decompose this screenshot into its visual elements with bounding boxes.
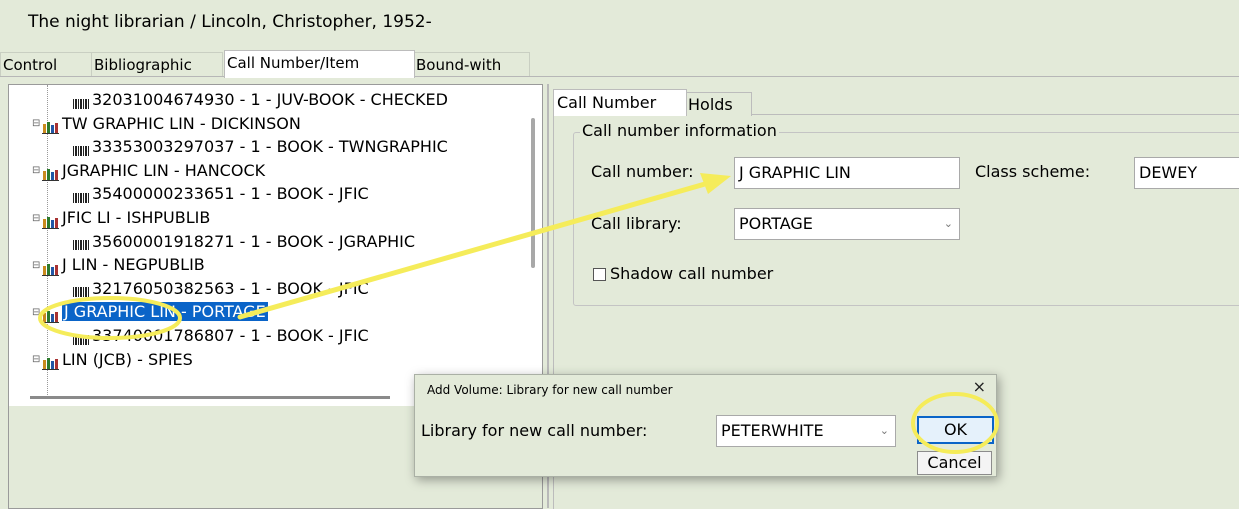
barcode-icon (72, 94, 90, 109)
tree-item-row[interactable]: 32176050382563 - 1 - BOOK - JFIC (72, 277, 369, 301)
shadow-call-number-checkbox[interactable] (593, 268, 606, 281)
library-select-value: PETERWHITE (721, 421, 824, 440)
books-icon (42, 306, 60, 323)
tree-row-label: J LIN - NEGPUBLIB (62, 255, 205, 275)
tree-row-label: LIN (JCB) - SPIES (62, 349, 193, 369)
tree-row-label: JGRAPHIC LIN - HANCOCK (62, 160, 266, 180)
tree-row-label: 32031004674930 - 1 - JUV-BOOK - CHECKED (92, 90, 448, 109)
record-title: The night librarian / Lincoln, Christoph… (28, 12, 432, 32)
tree-collapse-icon[interactable]: ⊟ (32, 301, 42, 325)
tree-callnumber-row[interactable]: ⊟ JFIC LI - ISHPUBLIB (32, 206, 210, 230)
barcode-icon (72, 330, 90, 345)
tree-vertical-scrollbar[interactable] (531, 118, 535, 268)
tree-callnumber-row[interactable]: ⊟ TW GRAPHIC LIN - DICKINSON (32, 112, 301, 136)
tree-collapse-icon[interactable]: ⊟ (32, 348, 42, 372)
tree-collapse-icon[interactable]: ⊟ (32, 112, 42, 136)
chevron-down-icon: ⌄ (943, 217, 953, 230)
dialog-title: Add Volume: Library for new call number (427, 383, 673, 397)
tree-collapse-icon[interactable]: ⊟ (32, 254, 42, 278)
tree-row-label: 33740001786807 - 1 - BOOK - JFIC (92, 326, 369, 345)
tree-callnumber-row[interactable]: ⊟ J LIN - NEGPUBLIB (32, 253, 205, 277)
tree-item-row[interactable]: 32031004674930 - 1 - JUV-BOOK - CHECKED (72, 88, 448, 112)
call-library-label: Call library: (591, 214, 682, 233)
tree-row-label: TW GRAPHIC LIN - DICKINSON (62, 113, 301, 133)
tab-bibliographic[interactable]: Bibliographic (91, 52, 223, 77)
barcode-icon (72, 141, 90, 156)
tree-row-label: 35400000233651 - 1 - BOOK - JFIC (92, 184, 369, 204)
tree-callnumber-row[interactable]: ⊟ JGRAPHIC LIN - HANCOCK (32, 159, 265, 183)
chevron-down-icon: ⌄ (879, 424, 889, 437)
tab-control[interactable]: Control (0, 52, 92, 77)
tree-callnumber-row[interactable]: ⊟ LIN (JCB) - SPIES (32, 348, 193, 372)
tree-item-row[interactable]: 33740001786807 - 1 - BOOK - JFIC (72, 324, 369, 348)
tree-row-label: 35600001918271 - 1 - BOOK - JGRAPHIC (92, 231, 416, 251)
call-number-field[interactable]: J GRAPHIC LIN (734, 157, 960, 189)
tree-callnumber-row[interactable]: ⊟ J GRAPHIC LIN - PORTAGE (32, 300, 268, 324)
books-icon (42, 117, 60, 135)
tree-horizontal-scrollbar[interactable] (30, 396, 390, 399)
tree-row-label: 33353003297037 - 1 - BOOK - TWNGRAPHIC (92, 137, 448, 157)
record-title-bar: The night librarian / Lincoln, Christoph… (0, 0, 1239, 44)
tree-item-row[interactable]: 33353003297037 - 1 - BOOK - TWNGRAPHIC (72, 135, 448, 159)
shadow-call-number-label: Shadow call number (610, 264, 774, 283)
books-icon (42, 353, 60, 371)
ok-button[interactable]: OK (917, 416, 994, 444)
close-icon[interactable]: × (973, 377, 986, 396)
barcode-icon (72, 188, 90, 203)
tree-row-label: JFIC LI - ISHPUBLIB (62, 208, 211, 227)
class-scheme-label: Class scheme: (975, 162, 1091, 181)
tab-holds[interactable]: Holds (684, 92, 752, 116)
call-number-info-legend: Call number information (580, 121, 779, 140)
add-volume-dialog: Add Volume: Library for new call number … (414, 374, 997, 477)
tab-call-number-item[interactable]: Call Number/Item (224, 50, 415, 78)
library-select[interactable]: PETERWHITE ⌄ (716, 415, 896, 447)
tab-call-number[interactable]: Call Number (553, 89, 687, 116)
call-number-label: Call number: (591, 162, 694, 181)
call-library-value: PORTAGE (739, 214, 813, 233)
tree-item-row[interactable]: 35400000233651 - 1 - BOOK - JFIC (72, 182, 369, 206)
barcode-icon (72, 282, 90, 298)
books-icon (42, 259, 60, 276)
books-icon (42, 164, 60, 182)
call-library-select[interactable]: PORTAGE ⌄ (734, 208, 960, 240)
cancel-button[interactable]: Cancel (917, 451, 992, 475)
tab-bound-with[interactable]: Bound-with (413, 52, 530, 77)
tree-collapse-icon[interactable]: ⊟ (32, 159, 42, 183)
barcode-icon (72, 235, 90, 251)
tree-collapse-icon[interactable]: ⊟ (32, 207, 42, 231)
library-for-new-call-number-label: Library for new call number: (421, 421, 648, 440)
books-icon (42, 212, 60, 229)
tree-row-label: J GRAPHIC LIN - PORTAGE (62, 302, 268, 322)
tree-row-label: 32176050382563 - 1 - BOOK - JFIC (92, 278, 369, 298)
tree-item-row[interactable]: 35600001918271 - 1 - BOOK - JGRAPHIC (72, 230, 415, 254)
class-scheme-field[interactable]: DEWEY (1134, 157, 1239, 189)
